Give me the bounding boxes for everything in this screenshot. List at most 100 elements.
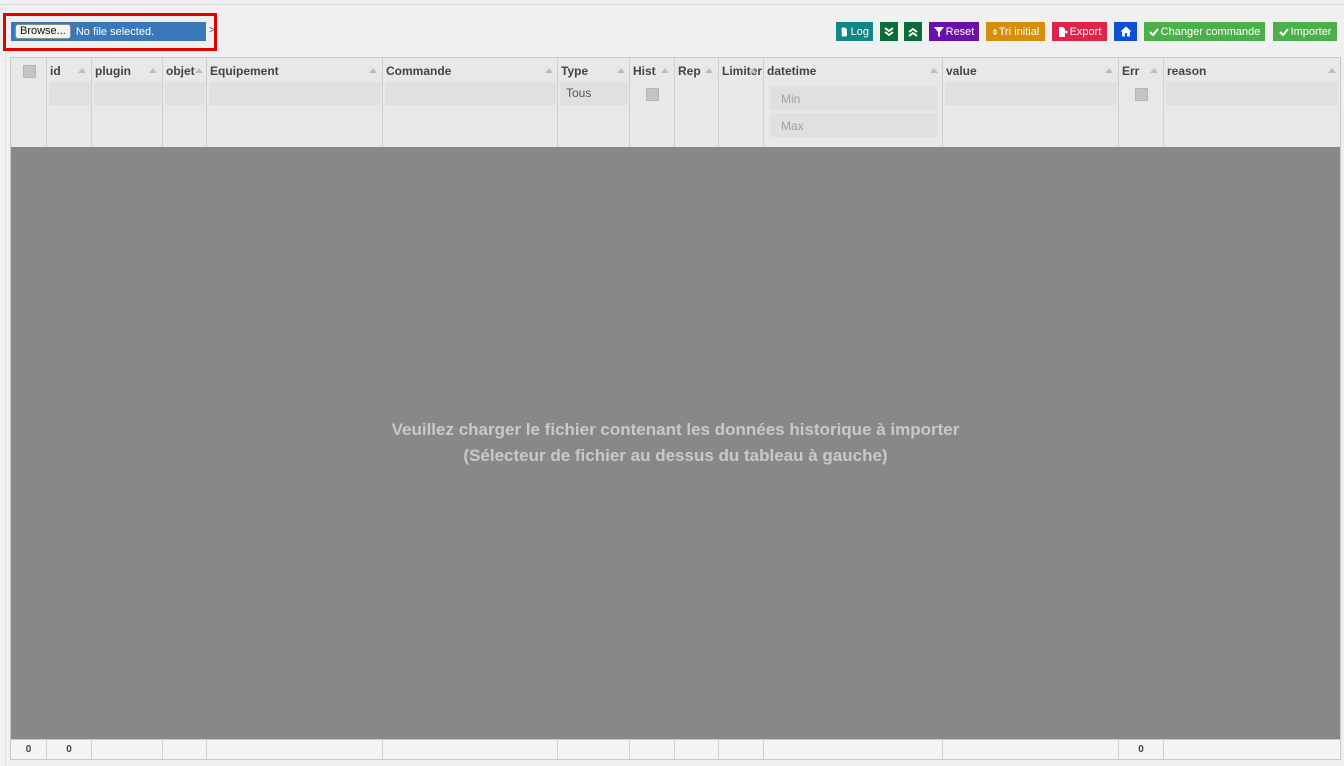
column-commande[interactable]: Commande bbox=[383, 58, 558, 147]
column-plugin-title: plugin bbox=[95, 64, 131, 78]
filter-icon bbox=[933, 26, 944, 37]
filter-datetime-min-placeholder: Min bbox=[781, 92, 801, 106]
column-hist[interactable]: Hist bbox=[630, 58, 675, 147]
table-footer: 0 0 0 bbox=[11, 739, 1340, 759]
column-value-title: value bbox=[946, 64, 977, 78]
column-rep-title: Rep bbox=[678, 64, 701, 78]
sort-arrow-icon[interactable] bbox=[149, 68, 157, 73]
footer-type bbox=[558, 740, 630, 759]
importer-label: Importer bbox=[1290, 25, 1332, 38]
footer-select-count: 0 bbox=[11, 740, 47, 759]
sort-icon bbox=[992, 28, 998, 35]
empty-message-line-1: Veuillez charger le fichier contenant le… bbox=[391, 420, 960, 439]
column-reason-title: reason bbox=[1167, 64, 1207, 78]
column-datetime-title: datetime bbox=[767, 64, 817, 78]
footer-reason bbox=[1164, 740, 1340, 759]
sort-arrow-icon[interactable] bbox=[749, 68, 757, 73]
filter-err-checkbox[interactable] bbox=[1135, 88, 1148, 101]
sort-arrow-icon[interactable] bbox=[369, 68, 377, 73]
footer-limiter bbox=[719, 740, 764, 759]
footer-objet bbox=[163, 740, 207, 759]
collapse-all-button[interactable] bbox=[904, 22, 922, 41]
filter-type-value: Tous bbox=[566, 86, 592, 100]
filter-commande[interactable] bbox=[385, 82, 556, 105]
tri-initial-button[interactable]: Tri initial bbox=[986, 22, 1045, 41]
export-button[interactable]: Export bbox=[1052, 22, 1107, 41]
filter-datetime-min[interactable]: Min bbox=[770, 86, 938, 110]
footer-id-count: 0 bbox=[47, 740, 92, 759]
column-equipement[interactable]: Equipement bbox=[207, 58, 383, 147]
footer-value bbox=[943, 740, 1119, 759]
log-label: Log bbox=[850, 25, 869, 38]
column-value[interactable]: value bbox=[943, 58, 1119, 147]
column-objet[interactable]: objet bbox=[163, 58, 207, 147]
changer-commande-label: Changer commande bbox=[1160, 25, 1261, 38]
footer-datetime bbox=[764, 740, 943, 759]
filter-plugin[interactable] bbox=[94, 82, 161, 105]
expand-all-button[interactable] bbox=[880, 22, 898, 41]
file-export-icon bbox=[1058, 26, 1068, 37]
filter-value[interactable] bbox=[945, 82, 1117, 105]
table-body-empty: Veuillez charger le fichier contenant le… bbox=[11, 147, 1340, 739]
sort-arrow-icon[interactable] bbox=[661, 68, 669, 73]
reset-button[interactable]: Reset bbox=[929, 22, 979, 41]
sort-arrow-icon[interactable] bbox=[1150, 68, 1158, 73]
sort-arrow-icon[interactable] bbox=[1328, 68, 1336, 73]
column-id-title: id bbox=[50, 64, 61, 78]
footer-hist bbox=[630, 740, 675, 759]
check-icon bbox=[1278, 27, 1289, 36]
filter-datetime-max[interactable]: Max bbox=[770, 113, 938, 137]
sort-arrow-icon[interactable] bbox=[930, 68, 938, 73]
filter-datetime-max-placeholder: Max bbox=[781, 119, 804, 133]
column-type[interactable]: Type Tous bbox=[558, 58, 630, 147]
column-datetime[interactable]: datetime Min Max bbox=[764, 58, 943, 147]
column-hist-title: Hist bbox=[633, 64, 656, 78]
footer-equipement bbox=[207, 740, 383, 759]
column-id[interactable]: id bbox=[47, 58, 92, 147]
check-icon bbox=[1148, 27, 1159, 36]
sort-arrow-icon[interactable] bbox=[705, 68, 713, 73]
changer-commande-button[interactable]: Changer commande bbox=[1144, 22, 1265, 41]
log-button[interactable]: Log bbox=[836, 22, 873, 41]
empty-message-line-2: (Sélecteur de fichier au dessus du table… bbox=[463, 446, 888, 465]
footer-err-count: 0 bbox=[1119, 740, 1164, 759]
filter-objet[interactable] bbox=[165, 82, 205, 105]
column-err[interactable]: Err bbox=[1119, 58, 1164, 147]
sort-arrow-icon[interactable] bbox=[617, 68, 625, 73]
home-button[interactable] bbox=[1114, 22, 1137, 41]
importer-button[interactable]: Importer bbox=[1273, 22, 1337, 41]
filter-reason[interactable] bbox=[1166, 82, 1338, 105]
file-input[interactable]: Browse... No file selected. bbox=[11, 22, 206, 41]
sort-arrow-icon[interactable] bbox=[78, 68, 86, 73]
sort-arrow-icon[interactable] bbox=[545, 68, 553, 73]
file-icon bbox=[841, 27, 847, 36]
column-select bbox=[11, 58, 47, 147]
chevrons-up-icon bbox=[908, 27, 918, 37]
select-all-checkbox[interactable] bbox=[23, 65, 36, 78]
file-arrow: > bbox=[209, 25, 215, 36]
column-commande-title: Commande bbox=[386, 64, 452, 78]
filter-id[interactable] bbox=[49, 82, 90, 105]
export-label: Export bbox=[1069, 25, 1102, 38]
filter-hist-checkbox[interactable] bbox=[646, 88, 659, 101]
column-rep[interactable]: Rep bbox=[675, 58, 719, 147]
column-type-title: Type bbox=[561, 64, 589, 78]
sort-arrow-icon[interactable] bbox=[195, 68, 203, 73]
footer-commande bbox=[383, 740, 558, 759]
column-objet-title: objet bbox=[166, 64, 195, 78]
filter-type-select[interactable]: Tous bbox=[560, 82, 628, 105]
history-table: id plugin objet Equipement Commande Type… bbox=[10, 57, 1341, 760]
browse-button[interactable]: Browse... bbox=[15, 24, 71, 39]
table-header: id plugin objet Equipement Commande Type… bbox=[11, 58, 1340, 147]
footer-rep bbox=[675, 740, 719, 759]
file-status: No file selected. bbox=[75, 25, 155, 38]
column-plugin[interactable]: plugin bbox=[92, 58, 163, 147]
chevrons-down-icon bbox=[884, 26, 894, 36]
tri-initial-label: Tri initial bbox=[998, 25, 1040, 38]
column-limiter[interactable]: Limiter bbox=[719, 58, 764, 147]
filter-equipement[interactable] bbox=[209, 82, 381, 105]
column-reason[interactable]: reason bbox=[1164, 58, 1340, 147]
column-equipement-title: Equipement bbox=[210, 64, 279, 78]
home-icon bbox=[1120, 26, 1131, 37]
sort-arrow-icon[interactable] bbox=[1105, 68, 1113, 73]
